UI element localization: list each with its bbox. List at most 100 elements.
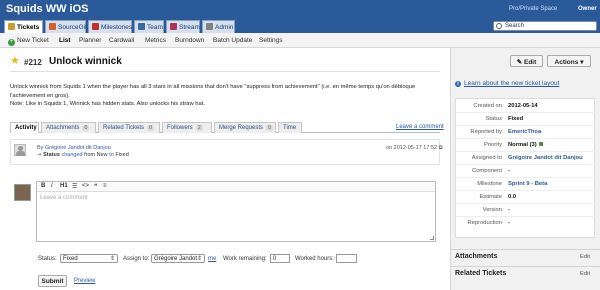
subnav-list[interactable]: List: [59, 37, 71, 44]
property-value[interactable]: Grégoire Jandot dit Danjou: [508, 155, 583, 161]
editor-toolbar: B I H1 ☰ <> ❝ ≡: [37, 182, 435, 192]
subnav-label: New Ticket: [17, 37, 49, 44]
edit-label: Edit: [523, 59, 537, 66]
edit-button[interactable]: ✎ Edit: [510, 55, 543, 67]
italic-button[interactable]: I: [51, 183, 53, 189]
divider: [450, 266, 600, 267]
tab-milestones[interactable]: Milestones: [88, 20, 132, 33]
status-label: Status:: [38, 256, 57, 262]
divider: [456, 177, 596, 178]
property-row: Created on 2012-05-14: [456, 101, 596, 112]
tab-time[interactable]: Time: [278, 122, 302, 133]
actions-button[interactable]: Actions ▾: [547, 55, 591, 67]
worked-label: Worked hours:: [295, 256, 334, 262]
divider: [456, 164, 596, 165]
detail-tabs: Activity Attachments 0 Related Tickets 0 F…: [10, 122, 440, 133]
heading-button[interactable]: H1: [60, 183, 68, 189]
tab-label: Activity: [15, 125, 37, 131]
pencil-icon: ✎: [516, 59, 523, 66]
quote-button[interactable]: ❝: [94, 183, 97, 190]
preview-link[interactable]: Preview: [74, 278, 95, 284]
assign-me-link[interactable]: me: [208, 256, 216, 262]
property-row: Milestone Sprint 9 - Beta: [456, 179, 596, 190]
avatar: [14, 144, 26, 156]
description-line: Unlock winnick from Squids 1 when the pl…: [10, 84, 416, 90]
by-prefix: By: [37, 145, 44, 151]
change-date: on 2012-05-17 17:52 ⧉: [386, 145, 443, 152]
tab-stream[interactable]: Stream: [166, 20, 200, 33]
new-ticket-link[interactable]: + New Ticket: [8, 37, 49, 46]
subnav-batch-update[interactable]: Batch Update: [213, 37, 252, 44]
sub-navigation: + New Ticket List Planner Cardwall Metric…: [0, 33, 600, 48]
related-edit-link[interactable]: Edit: [580, 271, 590, 277]
remaining-input[interactable]: 0: [270, 254, 290, 263]
subnav-cardwall[interactable]: Cardwall: [109, 37, 134, 44]
tab-related-tickets[interactable]: Related Tickets 0: [98, 122, 160, 133]
tab-activity[interactable]: Activity: [10, 122, 39, 133]
tab-sourcegit[interactable]: SourceGit: [45, 20, 87, 33]
milestones-icon: [92, 23, 99, 30]
tab-merge-requests[interactable]: Merge Requests 0: [214, 122, 276, 133]
align-button[interactable]: ≡: [103, 183, 107, 189]
property-key: Component: [472, 168, 502, 174]
divider: [456, 138, 596, 139]
property-key: Priority: [483, 142, 502, 148]
property-value[interactable]: Sprint 9 - Beta: [508, 181, 547, 187]
submit-button[interactable]: Submit: [38, 275, 67, 287]
property-row: Version -: [456, 205, 596, 216]
divider: [450, 249, 600, 250]
property-row: Status Fixed: [456, 114, 596, 125]
search-input[interactable]: Search: [493, 21, 597, 31]
divider: [456, 216, 596, 217]
attachments-edit-link[interactable]: Edit: [580, 254, 590, 260]
learn-layout-link[interactable]: Learn about the new ticket layout: [464, 80, 559, 87]
assign-value: Grégoire Jandot: [154, 256, 198, 262]
comment-editor[interactable]: B I H1 ☰ <> ❝ ≡ Leave a comment: [36, 181, 436, 242]
property-value[interactable]: EmericThoa: [508, 129, 541, 135]
divider: [456, 203, 596, 204]
link-icon[interactable]: ⧉: [439, 145, 443, 151]
property-row: Reproduction -: [456, 218, 596, 229]
divider: [10, 71, 440, 72]
list-button[interactable]: ☰: [72, 183, 77, 190]
ticket-description: Unlock winnick from Squids 1 when the pl…: [10, 83, 440, 109]
worked-input[interactable]: [336, 254, 357, 263]
tab-admin[interactable]: Admin: [202, 20, 235, 33]
author-link[interactable]: Grégoire Jandot dit Danjou: [45, 145, 111, 151]
tab-label: Milestones: [101, 24, 133, 31]
comment-placeholder: Leave a comment: [40, 195, 88, 201]
star-icon[interactable]: ★: [10, 56, 20, 67]
count-badge: 0: [266, 125, 274, 131]
status-select[interactable]: Fixed ⇕: [60, 254, 118, 263]
property-value: -: [508, 207, 510, 213]
subnav-planner[interactable]: Planner: [79, 37, 101, 44]
subnav-settings[interactable]: Settings: [259, 37, 283, 44]
team-icon: [138, 23, 145, 30]
tab-attachments[interactable]: Attachments 0: [41, 122, 96, 133]
resize-handle[interactable]: [430, 236, 434, 240]
property-key: Reproduction: [467, 220, 502, 226]
tab-tickets[interactable]: Tickets: [4, 20, 43, 33]
ticket-number: #212: [24, 58, 42, 67]
leave-comment-link[interactable]: Leave a comment: [396, 124, 444, 130]
arrow-icon: ➜: [37, 152, 42, 158]
count-badge: 0: [82, 125, 90, 131]
count-badge: 2: [195, 125, 203, 131]
tab-followers[interactable]: Followers 2: [162, 122, 212, 133]
subnav-burndown[interactable]: Burndown: [175, 37, 204, 44]
description-line: l'achievement en gros).: [10, 92, 70, 99]
bold-button[interactable]: B: [41, 183, 45, 189]
priority-text: Normal (3): [508, 142, 537, 148]
app-header: Squids WW iOS Pro/Private Space Owner: [0, 0, 600, 19]
subnav-metrics[interactable]: Metrics: [145, 37, 166, 44]
assign-select[interactable]: Grégoire Jandot ⇕: [151, 254, 205, 263]
space-label[interactable]: Pro/Private Space: [509, 6, 557, 12]
from-word: from: [84, 152, 96, 158]
attachments-heading: Attachments: [455, 253, 498, 260]
app-title[interactable]: Squids WW iOS: [6, 3, 89, 15]
property-key: Created on: [473, 103, 502, 109]
tickets-icon: [8, 23, 15, 30]
code-button[interactable]: <>: [82, 183, 89, 189]
tab-team[interactable]: Team: [134, 20, 164, 33]
plus-icon: +: [8, 39, 15, 46]
